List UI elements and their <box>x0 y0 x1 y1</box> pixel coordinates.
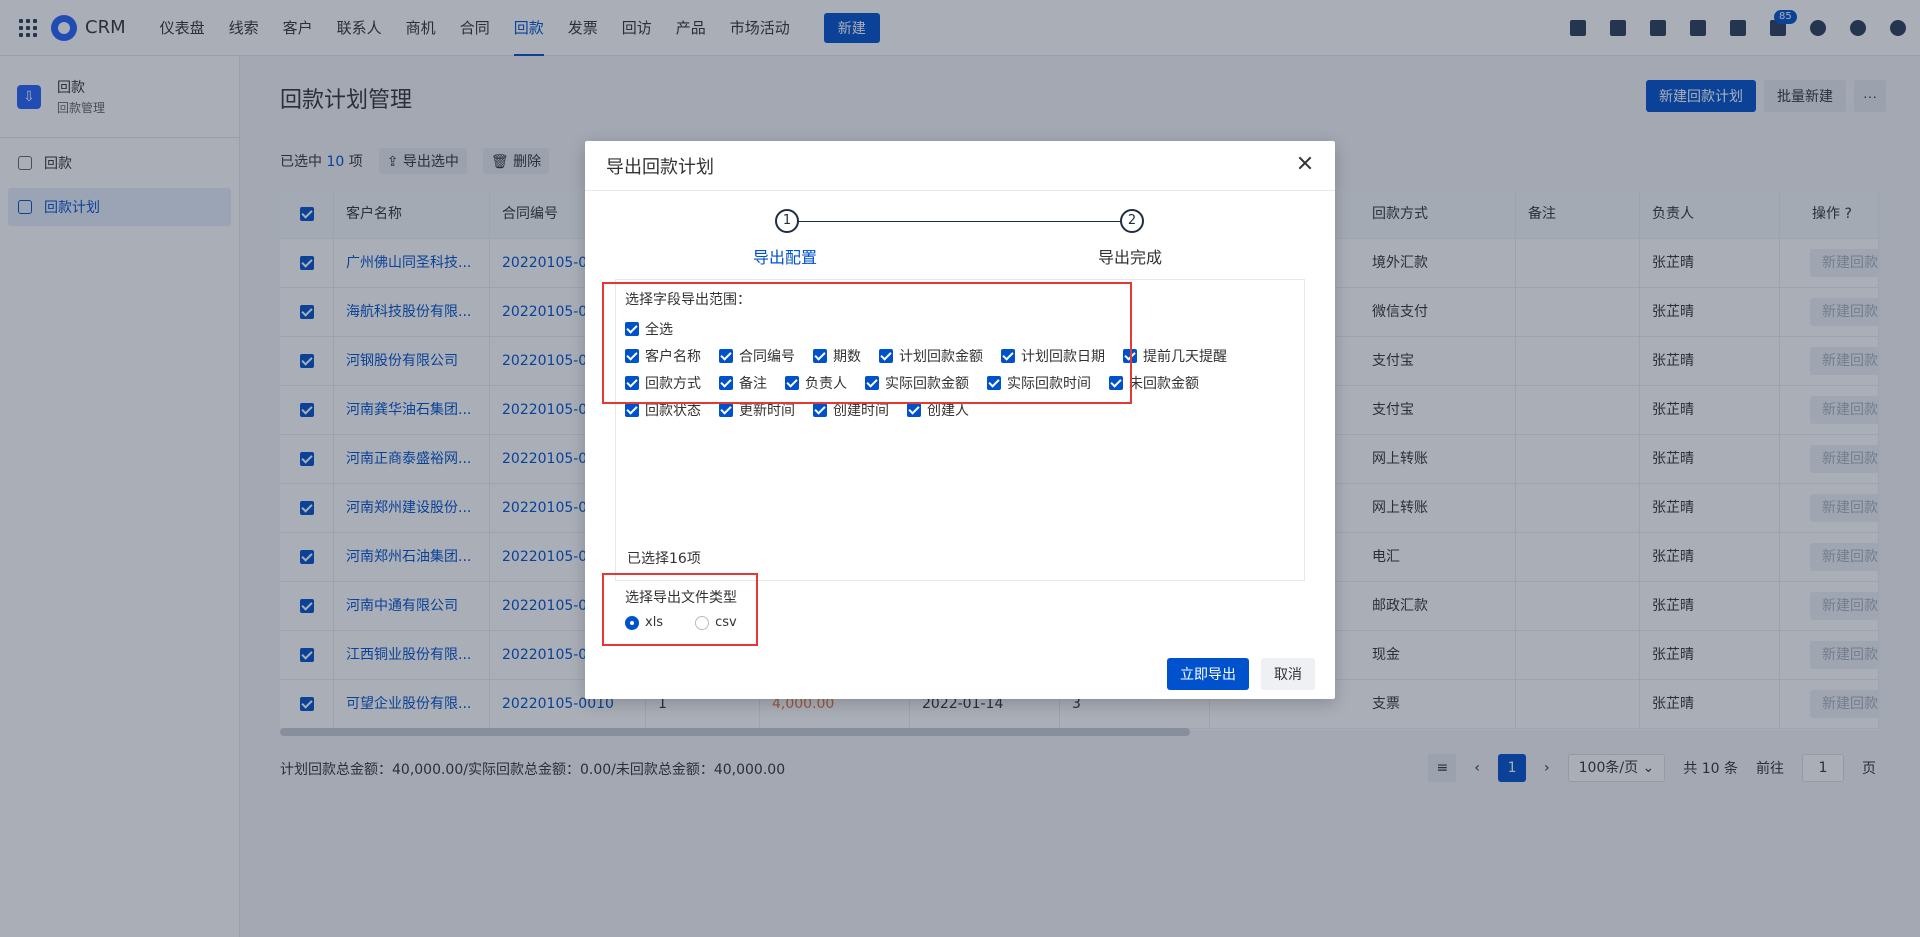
highlight-file-type <box>602 573 758 646</box>
step-connector <box>798 221 1132 222</box>
export-now-button[interactable]: 立即导出 <box>1167 658 1249 690</box>
export-steps: 1 2 导出配置 导出完成 <box>585 209 1335 269</box>
selected-count: 已选择16项 <box>627 551 701 567</box>
highlight-field-range <box>602 282 1132 404</box>
step-1-label: 导出配置 <box>753 248 818 267</box>
cancel-button[interactable]: 取消 <box>1261 658 1315 690</box>
close-icon[interactable] <box>1297 155 1313 171</box>
step-2-label: 导出完成 <box>1098 248 1163 267</box>
dialog-header: 导出回款计划 <box>585 141 1335 191</box>
step-1-circle: 1 <box>775 209 799 233</box>
field-checkbox[interactable]: 提前几天提醒 <box>1123 346 1227 366</box>
step-2-circle: 2 <box>1120 209 1144 233</box>
dialog-title: 导出回款计划 <box>606 156 714 178</box>
export-dialog: 导出回款计划 1 2 导出配置 导出完成 选择字段导出范围： 全选 客户名称 合同… <box>585 141 1335 699</box>
